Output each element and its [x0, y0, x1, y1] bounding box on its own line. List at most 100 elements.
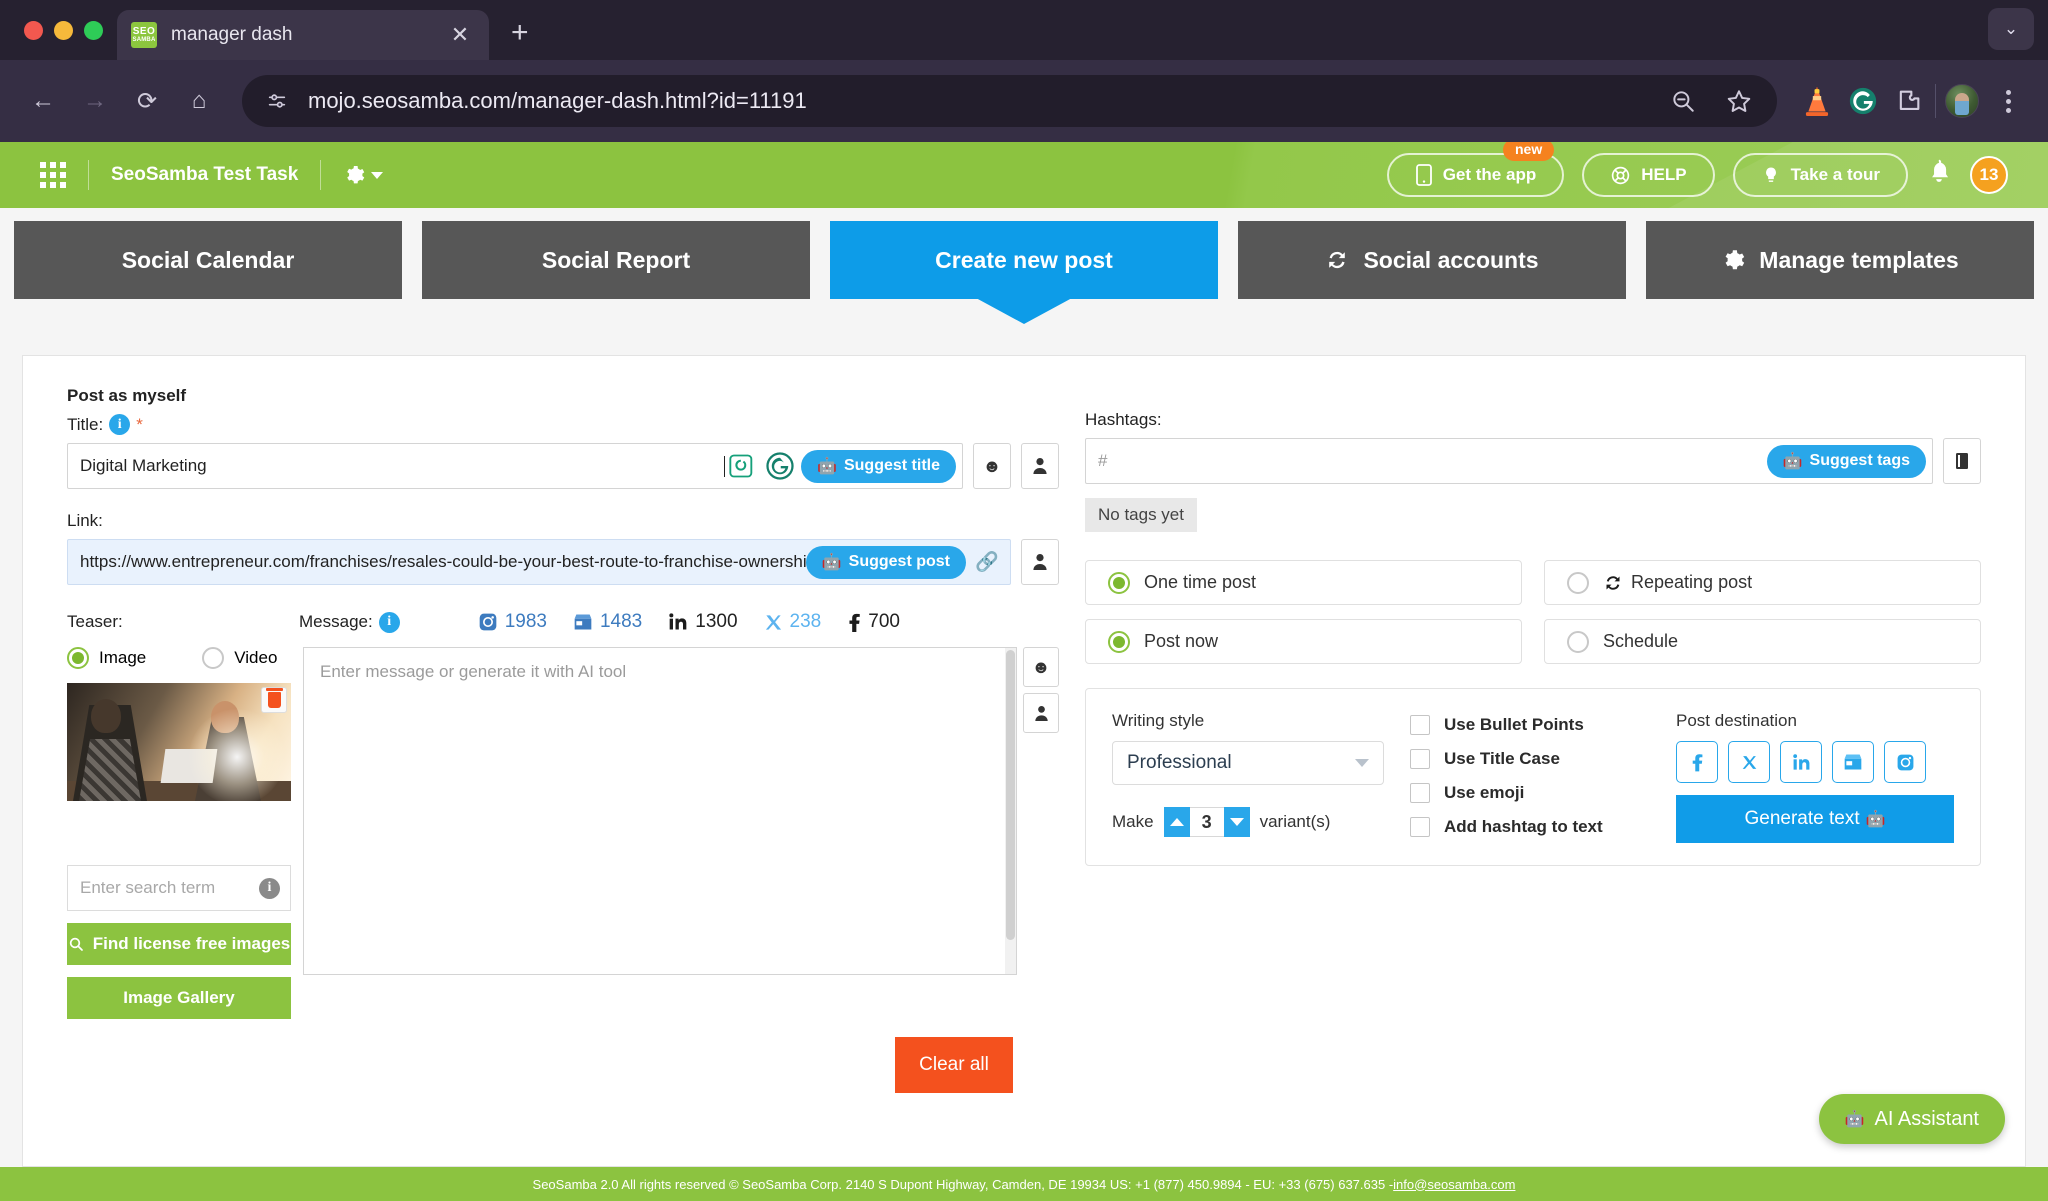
- option-repeating-post[interactable]: Repeating post: [1544, 560, 1981, 605]
- title-info-icon[interactable]: i: [109, 414, 131, 435]
- instagram-icon: [1897, 754, 1913, 770]
- personalize-title-button[interactable]: [1021, 443, 1059, 489]
- link-input-value: https://www.entrepreneur.com/franchises/…: [80, 552, 806, 571]
- variants-increment-button[interactable]: [1163, 807, 1190, 837]
- variants-stepper[interactable]: 3: [1163, 807, 1250, 837]
- teaser-image-thumbnail[interactable]: [67, 683, 291, 801]
- bookmark-star-icon[interactable]: [1719, 81, 1759, 121]
- suggest-post-button[interactable]: 🤖 Suggest post: [805, 545, 966, 579]
- maximize-window-button[interactable]: [84, 20, 103, 40]
- teaser-column: Image Video Enter search term i Find lic…: [67, 633, 291, 1019]
- app-header-actions: new Get the app HELP Take a tour 13: [1386, 142, 2022, 197]
- site-settings-icon[interactable]: [260, 84, 294, 118]
- teaser-video-radio[interactable]: Video: [202, 647, 277, 669]
- link-input[interactable]: https://www.entrepreneur.com/franchises/…: [67, 539, 1011, 585]
- grammarly-icon[interactable]: [763, 449, 797, 483]
- image-gallery-button[interactable]: Image Gallery: [67, 977, 291, 1019]
- writing-style-label: Writing style: [1112, 711, 1205, 730]
- message-personalize-button[interactable]: [1023, 693, 1059, 733]
- option-one-time-post[interactable]: One time post: [1085, 560, 1522, 605]
- tab-social-calendar[interactable]: Social Calendar: [14, 221, 402, 299]
- profile-avatar[interactable]: [1942, 81, 1982, 121]
- destination-x-button[interactable]: [1728, 741, 1770, 783]
- teaser-label: Teaser:: [67, 612, 123, 631]
- message-scrollbar[interactable]: [1005, 648, 1016, 974]
- footer-email-link[interactable]: info@seosamba.com: [1393, 1177, 1515, 1192]
- extensions-icon[interactable]: [1889, 81, 1929, 121]
- tab-manage-templates[interactable]: Manage templates: [1646, 221, 2034, 299]
- find-license-free-images-button[interactable]: Find license free images: [67, 923, 291, 965]
- image-search-input[interactable]: Enter search term i: [67, 865, 291, 911]
- take-a-tour-button[interactable]: Take a tour: [1732, 153, 1908, 197]
- browser-tab[interactable]: SEO SAMBA manager dash ✕: [117, 10, 489, 60]
- variants-decrement-button[interactable]: [1223, 807, 1250, 837]
- chrome-menu-icon[interactable]: [1988, 81, 2028, 121]
- destination-google-business-button[interactable]: [1832, 741, 1874, 783]
- teaser-image-radio[interactable]: Image: [67, 647, 146, 669]
- checkbox-add-hashtag-to-text[interactable]: Add hashtag to text: [1410, 817, 1603, 837]
- tab-social-accounts[interactable]: Social accounts: [1238, 221, 1626, 299]
- close-window-button[interactable]: [24, 20, 43, 40]
- get-the-app-button[interactable]: new Get the app: [1386, 142, 1565, 197]
- link-chain-icon[interactable]: 🔗: [970, 550, 1004, 574]
- notifications-bell-icon[interactable]: [1926, 158, 1952, 193]
- suggest-tags-button[interactable]: 🤖 Suggest tags: [1766, 444, 1926, 478]
- checkbox-use-title-case[interactable]: Use Title Case: [1410, 749, 1603, 769]
- search-icon[interactable]: [1663, 81, 1703, 121]
- tab-social-calendar-label: Social Calendar: [121, 246, 295, 273]
- destination-linkedin-button[interactable]: [1780, 741, 1822, 783]
- close-tab-icon[interactable]: ✕: [445, 22, 475, 48]
- message-emoji-button[interactable]: ☻: [1023, 647, 1059, 687]
- settings-gear-button[interactable]: [343, 164, 384, 186]
- tab-social-report[interactable]: Social Report: [422, 221, 810, 299]
- clear-all-label: Clear all: [919, 1054, 989, 1075]
- help-button[interactable]: HELP: [1582, 153, 1715, 197]
- checkbox-use-bullet-points[interactable]: Use Bullet Points: [1410, 715, 1603, 735]
- hashtags-label: Hashtags:: [1085, 410, 1162, 429]
- back-button[interactable]: ←: [20, 78, 66, 124]
- ai-assistant-button[interactable]: 🤖 AI Assistant: [1818, 1094, 2005, 1144]
- apps-grid-icon[interactable]: [40, 162, 66, 188]
- generate-text-button[interactable]: Generate text 🤖: [1676, 795, 1954, 843]
- footer-text: SeoSamba 2.0 All rights reserved © SeoSa…: [532, 1176, 1394, 1192]
- personalize-link-button[interactable]: [1021, 539, 1059, 585]
- header-divider-2: [320, 160, 322, 190]
- ai-writing-panel: Writing style Professional Make 3 varian…: [1085, 688, 1981, 866]
- section-tabs: Social Calendar Social Report Create new…: [0, 208, 2048, 299]
- chevron-down-icon[interactable]: ⌄: [1988, 8, 2034, 50]
- destination-facebook-button[interactable]: [1676, 741, 1718, 783]
- hashtag-library-button[interactable]: [1943, 438, 1981, 484]
- grammarly-suggestion-icon[interactable]: [725, 449, 759, 483]
- suggest-title-button[interactable]: 🤖 Suggest title: [801, 449, 956, 483]
- tab-create-new-post-label: Create new post: [935, 246, 1113, 273]
- title-label: Title:: [67, 415, 104, 434]
- minimize-window-button[interactable]: [54, 20, 73, 40]
- writing-style-select[interactable]: Professional: [1112, 741, 1384, 785]
- clear-all-button[interactable]: Clear all: [895, 1037, 1013, 1093]
- emoji-picker-button[interactable]: ☻: [973, 443, 1011, 489]
- forward-button[interactable]: →: [72, 78, 118, 124]
- title-input-value: Digital Marketing: [80, 456, 207, 475]
- title-input[interactable]: Digital Marketing 🤖 Suggest title: [67, 443, 963, 489]
- count-instagram-value: 1983: [504, 611, 547, 632]
- message-textarea[interactable]: Enter message or generate it with AI too…: [303, 647, 1017, 975]
- gear-icon: [1725, 250, 1745, 270]
- tab-create-new-post[interactable]: Create new post: [830, 221, 1218, 299]
- google-business-icon: [1844, 754, 1862, 770]
- option-schedule[interactable]: Schedule: [1544, 619, 1981, 664]
- new-tab-button[interactable]: +: [511, 16, 529, 50]
- reload-button[interactable]: ⟳: [124, 78, 170, 124]
- hashtags-input[interactable]: # 🤖 Suggest tags: [1085, 438, 1933, 484]
- grammarly-icon[interactable]: [1843, 81, 1883, 121]
- delete-image-button[interactable]: [261, 687, 287, 713]
- image-search-info-icon[interactable]: i: [259, 877, 280, 899]
- checkbox-use-emoji[interactable]: Use emoji: [1410, 783, 1603, 803]
- destination-instagram-button[interactable]: [1884, 741, 1926, 783]
- home-button[interactable]: ⌂: [176, 78, 222, 124]
- address-bar[interactable]: mojo.seosamba.com/manager-dash.html?id=1…: [242, 75, 1777, 127]
- message-info-icon[interactable]: i: [378, 611, 400, 633]
- option-post-now[interactable]: Post now: [1085, 619, 1522, 664]
- traffic-cone-extension-icon[interactable]: [1797, 81, 1837, 121]
- ai-assistant-label: AI Assistant: [1874, 1107, 1980, 1130]
- notification-count-badge[interactable]: 13: [1970, 156, 2008, 194]
